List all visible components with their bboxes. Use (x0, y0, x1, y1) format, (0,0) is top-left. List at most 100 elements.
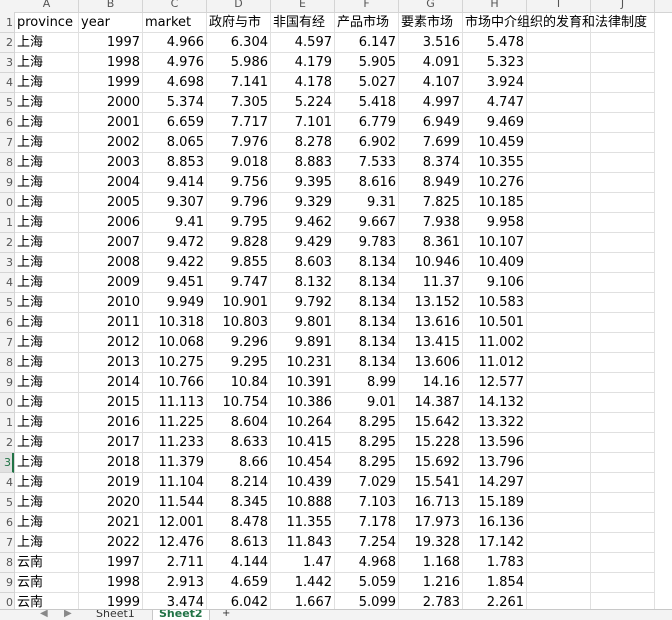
cell[interactable]: 8.214 (207, 473, 271, 493)
cell[interactable]: 5.986 (207, 53, 271, 73)
empty-cell[interactable] (527, 173, 591, 193)
cell[interactable]: 9.01 (335, 393, 399, 413)
cell[interactable]: 8.065 (143, 133, 207, 153)
cell[interactable]: 10.107 (463, 233, 527, 253)
cell[interactable]: 15.692 (399, 453, 463, 473)
cell[interactable]: 5.059 (335, 573, 399, 593)
column-header-c[interactable]: C (143, 0, 207, 12)
cell[interactable]: 2003 (79, 153, 143, 173)
cell[interactable]: 4.179 (271, 53, 335, 73)
cell[interactable]: 1.47 (271, 553, 335, 573)
cell[interactable]: 4.091 (399, 53, 463, 73)
column-header-h[interactable]: H (463, 0, 527, 12)
cell[interactable]: 9.783 (335, 233, 399, 253)
empty-cell[interactable] (527, 333, 591, 353)
cell[interactable]: 8.345 (207, 493, 271, 513)
cell[interactable]: 7.938 (399, 213, 463, 233)
cell[interactable]: 9.795 (207, 213, 271, 233)
cell[interactable]: 10.901 (207, 293, 271, 313)
row-header[interactable]: 7 (0, 533, 14, 553)
cell[interactable]: 14.387 (399, 393, 463, 413)
cell[interactable]: 12.577 (463, 373, 527, 393)
cell[interactable]: 11.843 (271, 533, 335, 553)
cell[interactable]: 10.409 (463, 253, 527, 273)
cell[interactable]: 10.068 (143, 333, 207, 353)
cell[interactable]: 13.606 (399, 353, 463, 373)
cell[interactable]: 11.544 (143, 493, 207, 513)
cell[interactable]: 上海 (15, 313, 79, 333)
cell[interactable]: 9.472 (143, 233, 207, 253)
empty-cell[interactable] (591, 213, 655, 233)
cell[interactable]: 7.825 (399, 193, 463, 213)
cell[interactable]: 10.264 (271, 413, 335, 433)
row-header[interactable]: 0 (0, 593, 14, 609)
empty-cell[interactable] (527, 433, 591, 453)
row-header[interactable]: 9 (0, 573, 14, 593)
cell[interactable]: 5.374 (143, 93, 207, 113)
cell[interactable]: 1997 (79, 33, 143, 53)
row-header[interactable]: 5 (0, 493, 14, 513)
header-cell[interactable]: market (143, 13, 207, 33)
empty-cell[interactable] (527, 73, 591, 93)
cell[interactable]: 16.136 (463, 513, 527, 533)
cell[interactable]: 2015 (79, 393, 143, 413)
cell[interactable]: 3.516 (399, 33, 463, 53)
cell[interactable]: 9.329 (271, 193, 335, 213)
column-header-i[interactable]: I (527, 0, 591, 12)
cell[interactable]: 上海 (15, 273, 79, 293)
row-header[interactable]: 7 (0, 133, 14, 153)
cell[interactable]: 13.796 (463, 453, 527, 473)
cell[interactable]: 上海 (15, 533, 79, 553)
cell[interactable]: 10.888 (271, 493, 335, 513)
cell[interactable]: 11.104 (143, 473, 207, 493)
cell[interactable]: 上海 (15, 353, 79, 373)
cell[interactable]: 8.883 (271, 153, 335, 173)
header-cell[interactable]: 产品市场 (335, 13, 399, 33)
cell[interactable]: 上海 (15, 513, 79, 533)
row-header[interactable]: 8 (0, 153, 14, 173)
empty-cell[interactable] (527, 193, 591, 213)
cell[interactable]: 2010 (79, 293, 143, 313)
row-header[interactable]: 0 (0, 193, 14, 213)
cell[interactable]: 8.99 (335, 373, 399, 393)
empty-cell[interactable] (527, 53, 591, 73)
cell[interactable]: 2008 (79, 253, 143, 273)
cell[interactable]: 2.261 (463, 593, 527, 609)
cell[interactable]: 9.949 (143, 293, 207, 313)
empty-cell[interactable] (591, 313, 655, 333)
cell[interactable]: 12.476 (143, 533, 207, 553)
cell[interactable]: 9.469 (463, 113, 527, 133)
cell[interactable]: 4.997 (399, 93, 463, 113)
cell[interactable]: 11.113 (143, 393, 207, 413)
cell[interactable]: 上海 (15, 133, 79, 153)
empty-cell[interactable] (591, 273, 655, 293)
cell[interactable]: 上海 (15, 73, 79, 93)
cell[interactable]: 8.134 (335, 313, 399, 333)
cell[interactable]: 1999 (79, 73, 143, 93)
cell[interactable]: 9.414 (143, 173, 207, 193)
cell[interactable]: 17.142 (463, 533, 527, 553)
column-header-g[interactable]: G (399, 0, 463, 12)
cell[interactable]: 2.913 (143, 573, 207, 593)
empty-cell[interactable] (527, 573, 591, 593)
cell[interactable]: 11.355 (271, 513, 335, 533)
empty-cell[interactable] (591, 293, 655, 313)
cell[interactable]: 9.31 (335, 193, 399, 213)
cell[interactable]: 10.454 (271, 453, 335, 473)
cell[interactable]: 2017 (79, 433, 143, 453)
cell[interactable]: 1.854 (463, 573, 527, 593)
cell[interactable]: 2011 (79, 313, 143, 333)
cell[interactable]: 9.395 (271, 173, 335, 193)
cell[interactable]: 10.276 (463, 173, 527, 193)
cell[interactable]: 上海 (15, 233, 79, 253)
cell[interactable]: 7.141 (207, 73, 271, 93)
cell[interactable]: 9.451 (143, 273, 207, 293)
row-header[interactable]: 6 (0, 113, 14, 133)
empty-cell[interactable] (527, 133, 591, 153)
empty-cell[interactable] (591, 93, 655, 113)
cell[interactable]: 13.152 (399, 293, 463, 313)
cell[interactable]: 7.103 (335, 493, 399, 513)
cell[interactable]: 10.231 (271, 353, 335, 373)
cell[interactable]: 10.766 (143, 373, 207, 393)
cell[interactable]: 2000 (79, 93, 143, 113)
